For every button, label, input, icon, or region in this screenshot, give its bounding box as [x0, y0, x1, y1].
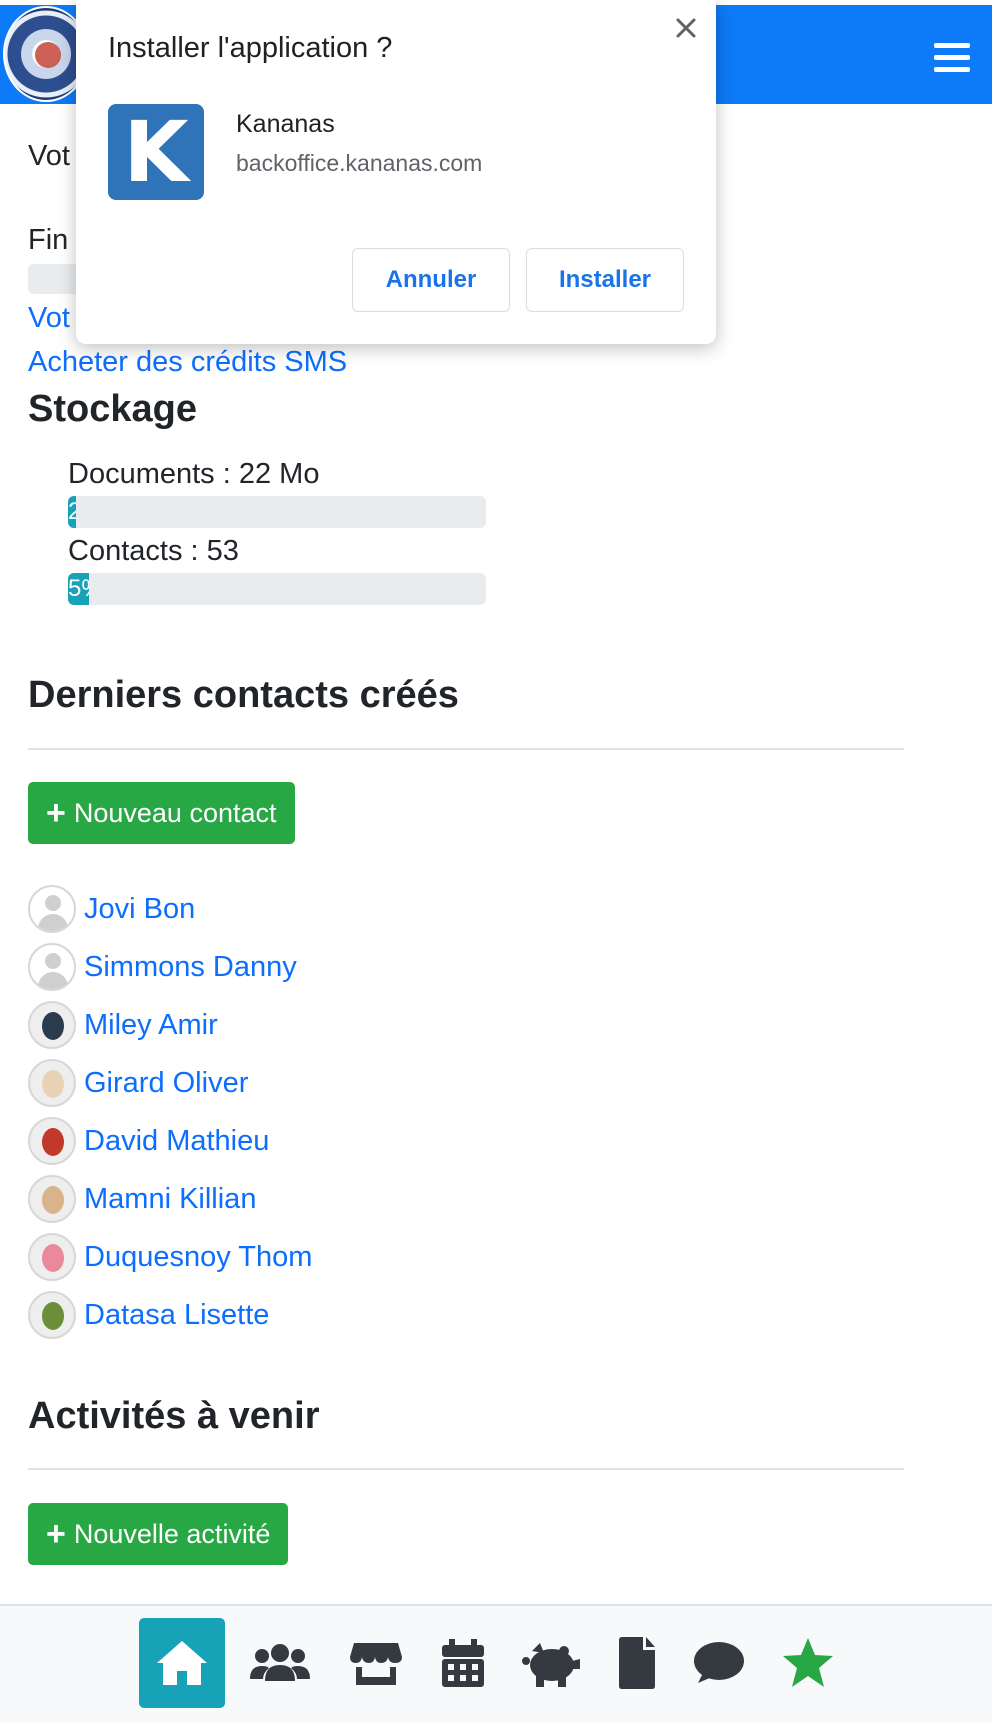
new-activity-button[interactable]: + Nouvelle activité [28, 1503, 289, 1565]
contacts-storage-label: Contacts : 53 [68, 535, 239, 567]
home-icon [157, 1641, 207, 1685]
bottom-navigation [0, 1604, 992, 1722]
nav-messages[interactable] [676, 1618, 762, 1708]
new-activity-label: Nouvelle activité [73, 1518, 271, 1549]
storage-title: Stockage [28, 388, 197, 430]
documents-progress-fill: 2 [68, 496, 77, 528]
nav-documents[interactable] [594, 1618, 680, 1708]
close-icon[interactable] [670, 12, 702, 44]
upcoming-activities-title: Activités à venir [28, 1395, 320, 1437]
chat-icon [694, 1642, 744, 1683]
avatar [28, 943, 76, 991]
contact-name-link[interactable]: David Mathieu [84, 1125, 269, 1158]
contact-list-item[interactable]: Simmons Danny [28, 942, 297, 992]
avatar [28, 1175, 76, 1223]
contact-list-item[interactable]: Miley Amir [28, 1000, 218, 1050]
contact-name-link[interactable]: Girard Oliver [84, 1067, 248, 1100]
buy-sms-credits-link[interactable]: Acheter des crédits SMS [28, 346, 347, 379]
divider [28, 1468, 904, 1470]
nav-home[interactable] [139, 1618, 225, 1708]
star-icon [783, 1638, 833, 1687]
contact-name-link[interactable]: Jovi Bon [84, 893, 195, 926]
app-icon: K [108, 103, 204, 201]
documents-progress: 2 [68, 496, 486, 528]
cancel-button[interactable]: Annuler [352, 248, 510, 312]
hamburger-icon[interactable] [934, 41, 974, 75]
nav-favorites[interactable] [765, 1618, 851, 1708]
install-button[interactable]: Installer [526, 248, 684, 312]
contact-name-link[interactable]: Miley Amir [84, 1009, 218, 1042]
recent-contacts-title: Derniers contacts créés [28, 674, 459, 716]
users-icon [250, 1644, 310, 1681]
avatar [28, 1117, 76, 1165]
nav-store[interactable] [333, 1618, 419, 1708]
nav-calendar[interactable] [420, 1618, 506, 1708]
app-name: Kananas [236, 110, 335, 138]
install-app-dialog: Installer l'application ? K Kananas back… [76, 0, 716, 344]
dialog-title: Installer l'application ? [108, 32, 393, 64]
avatar [28, 885, 76, 933]
avatar [28, 1291, 76, 1339]
divider [28, 748, 904, 750]
contact-list-item[interactable]: Girard Oliver [28, 1058, 248, 1108]
partial-text-line2: Fin [28, 224, 69, 256]
contact-name-link[interactable]: Mamni Killian [84, 1183, 256, 1216]
avatar [28, 1001, 76, 1049]
contact-name-link[interactable]: Simmons Danny [84, 951, 297, 984]
avatar [28, 1059, 76, 1107]
contact-list-item[interactable]: Datasa Lisette [28, 1290, 269, 1340]
contacts-progress-fill: 5% [68, 573, 89, 605]
new-contact-label: Nouveau contact [73, 797, 277, 828]
contact-list-item[interactable]: David Mathieu [28, 1116, 269, 1166]
contact-name-link[interactable]: Duquesnoy Thom [84, 1241, 312, 1274]
documents-storage-label: Documents : 22 Mo [68, 458, 320, 490]
plus-icon: + [46, 794, 66, 832]
plus-icon: + [46, 1515, 66, 1553]
contact-name-link[interactable]: Datasa Lisette [84, 1299, 269, 1332]
contact-list-item[interactable]: Duquesnoy Thom [28, 1232, 312, 1282]
nav-contacts[interactable] [237, 1618, 323, 1708]
app-url: backoffice.kananas.com [236, 150, 483, 176]
file-icon [619, 1637, 655, 1689]
contact-list-item[interactable]: Mamni Killian [28, 1174, 256, 1224]
partial-text-line1: Vot [28, 140, 70, 172]
partial-link[interactable]: Vot [28, 302, 70, 335]
contacts-progress: 5% [68, 573, 486, 605]
avatar [28, 1233, 76, 1281]
calendar-icon [442, 1639, 484, 1687]
nav-finances[interactable] [509, 1618, 595, 1708]
contact-list-item[interactable]: Jovi Bon [28, 884, 195, 934]
new-contact-button[interactable]: + Nouveau contact [28, 782, 295, 844]
store-icon [350, 1643, 402, 1685]
piggy-bank-icon [522, 1643, 580, 1687]
